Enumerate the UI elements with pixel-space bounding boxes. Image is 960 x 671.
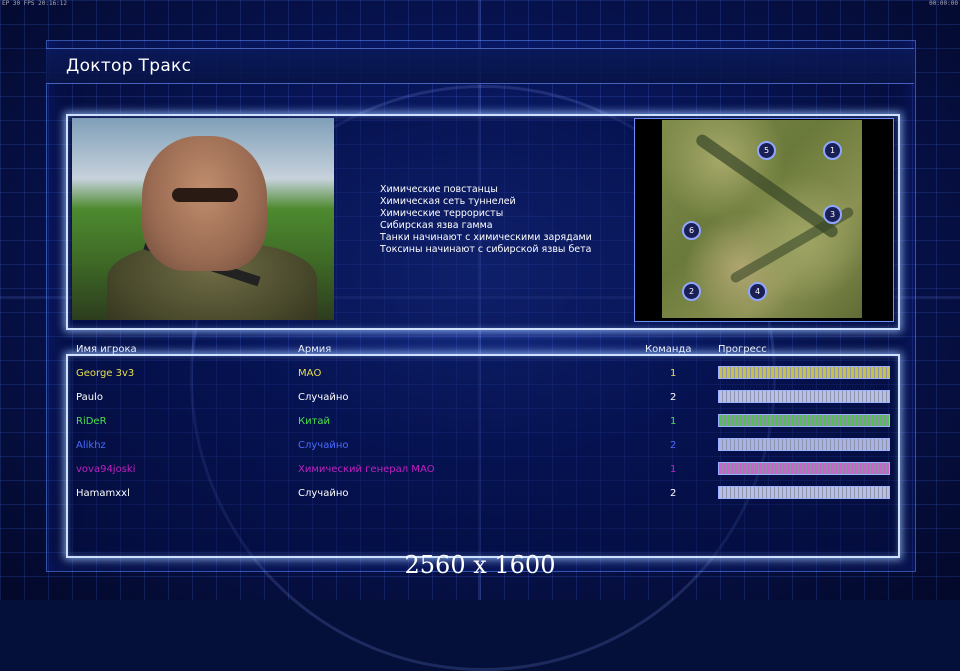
progress-fill: [719, 439, 889, 450]
player-row: Paulo Случайно 2: [0, 390, 960, 416]
player-team: 2: [670, 392, 677, 403]
player-progress-bar: [718, 462, 890, 475]
trait-line: Танки начинают с химическими зарядами: [380, 232, 592, 243]
start-position-marker: 4: [748, 282, 767, 301]
player-team: 2: [670, 488, 677, 499]
debug-topbar: EP 30 FPS 20:16:12 00:00:00: [0, 0, 960, 8]
player-team: 1: [670, 416, 677, 427]
start-position-marker: 3: [823, 205, 842, 224]
player-row: vova94joski Химический генерал МАО 1: [0, 462, 960, 488]
general-name-title: Доктор Тракс: [66, 56, 192, 76]
trait-line: Токсины начинают с сибирской язвы бета: [380, 244, 592, 255]
portrait-eyes: [172, 188, 238, 202]
player-progress-bar: [718, 486, 890, 499]
fps-readout: EP 30 FPS 20:16:12: [2, 0, 68, 7]
start-position-marker: 1: [823, 141, 842, 160]
player-army: МАО: [298, 368, 322, 379]
trait-line: Сибирская язва гамма: [380, 220, 493, 231]
portrait-headwrap: [142, 136, 267, 271]
player-name: RiDeR: [76, 416, 107, 427]
progress-fill: [719, 391, 889, 402]
player-progress-bar: [718, 366, 890, 379]
player-army: Химический генерал МАО: [298, 464, 435, 475]
trait-line: Химические террористы: [380, 208, 504, 219]
player-team: 2: [670, 440, 677, 451]
progress-fill: [719, 367, 889, 378]
player-army: Случайно: [298, 392, 349, 403]
progress-fill: [719, 415, 889, 426]
trait-line: Химические повстанцы: [380, 184, 498, 195]
player-name: George 3v3: [76, 368, 135, 379]
trait-line: Химическая сеть туннелей: [380, 196, 516, 207]
progress-fill: [719, 463, 889, 474]
minimap: 5 1 3 6 2 4: [662, 120, 862, 318]
player-team: 1: [670, 368, 677, 379]
player-row: Alikhz Случайно 2: [0, 438, 960, 464]
player-row: RiDeR Китай 1: [0, 414, 960, 440]
player-team: 1: [670, 464, 677, 475]
player-name: Alikhz: [76, 440, 106, 451]
progress-fill: [719, 487, 889, 498]
player-progress-bar: [718, 390, 890, 403]
start-position-marker: 5: [757, 141, 776, 160]
player-name: vova94joski: [76, 464, 136, 475]
general-traits-list: Химические повстанцы Химическая сеть тун…: [380, 184, 592, 256]
player-progress-bar: [718, 438, 890, 451]
player-row: George 3v3 МАО 1: [0, 366, 960, 392]
player-army: Китай: [298, 416, 331, 427]
player-name: Hamamxxl: [76, 488, 130, 499]
player-army: Случайно: [298, 440, 349, 451]
player-army: Случайно: [298, 488, 349, 499]
player-progress-bar: [718, 414, 890, 427]
clock-readout: 00:00:00: [929, 0, 958, 7]
start-position-marker: 2: [682, 282, 701, 301]
start-position-marker: 6: [682, 221, 701, 240]
player-row: Hamamxxl Случайно 2: [0, 486, 960, 512]
player-name: Paulo: [76, 392, 103, 403]
resolution-caption: 2560 x 1600: [404, 551, 556, 579]
general-portrait: [72, 118, 334, 320]
